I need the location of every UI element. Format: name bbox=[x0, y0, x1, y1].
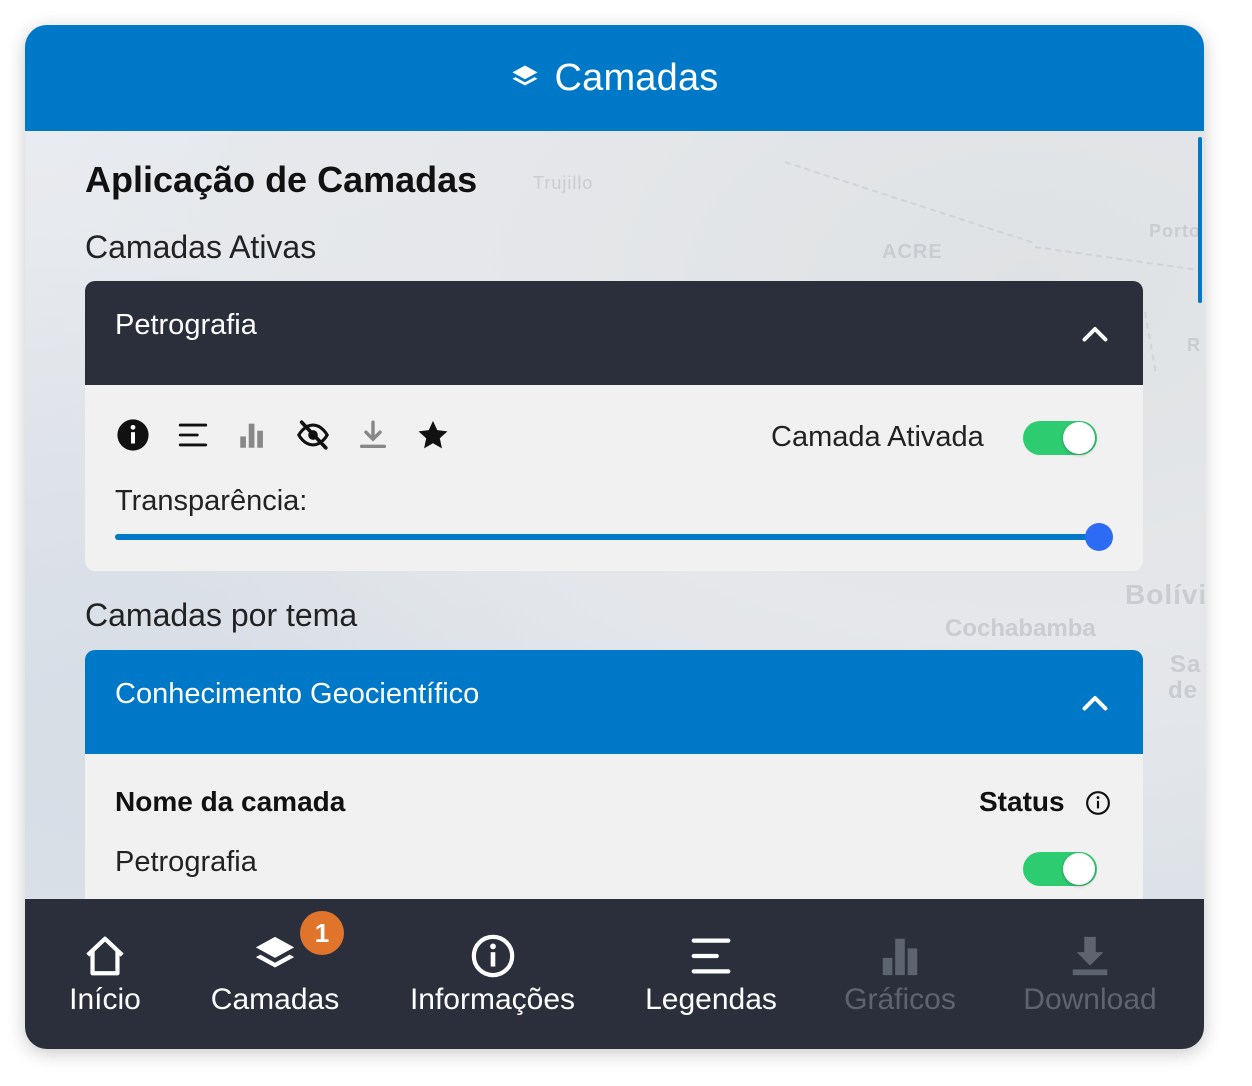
layers-icon bbox=[250, 933, 300, 979]
chevron-up-icon[interactable] bbox=[1077, 686, 1113, 722]
map-label: Bolívi bbox=[1125, 579, 1204, 610]
active-layers-heading: Camadas Ativas bbox=[85, 229, 317, 265]
layer-active-label: Camada Ativada bbox=[771, 421, 984, 453]
info-icon[interactable] bbox=[115, 417, 151, 453]
theme-panel: Nome da camada Status Petrografia bbox=[85, 754, 1143, 900]
layer-tools bbox=[115, 417, 475, 453]
chart-icon[interactable] bbox=[235, 417, 271, 453]
nav-item-charts[interactable]: Gráficos bbox=[835, 899, 965, 1049]
hide-icon[interactable] bbox=[295, 417, 331, 453]
bottom-navigation: Início Camadas 1 Informações Legendas Gr… bbox=[25, 899, 1204, 1049]
nav-item-info[interactable]: Informações bbox=[395, 899, 590, 1049]
toggle-knob bbox=[1063, 853, 1095, 885]
map-label: Porto bbox=[1149, 221, 1201, 241]
nav-label: Informações bbox=[409, 983, 576, 1016]
nav-item-legends[interactable]: Legendas bbox=[635, 899, 787, 1049]
home-icon bbox=[80, 933, 130, 979]
layer-row-toggle[interactable] bbox=[1023, 852, 1097, 886]
scrollbar-thumb[interactable] bbox=[1198, 137, 1202, 303]
nav-item-download[interactable]: Download bbox=[1015, 899, 1165, 1049]
chevron-up-icon[interactable] bbox=[1077, 317, 1113, 353]
page-title: Aplicação de Camadas bbox=[85, 159, 478, 200]
map-label: R bbox=[1187, 335, 1201, 355]
map-label: Sa bbox=[1170, 651, 1202, 678]
transparency-label: Transparência: bbox=[115, 485, 308, 517]
active-layer-name: Petrografia bbox=[115, 309, 257, 341]
panel-title: Camadas bbox=[554, 56, 719, 99]
nav-label: Legendas bbox=[645, 983, 777, 1016]
map-label: ACRE bbox=[882, 241, 943, 263]
map-label: de bbox=[1168, 677, 1199, 704]
status-info-icon[interactable] bbox=[1085, 790, 1111, 816]
favorite-icon[interactable] bbox=[415, 417, 451, 453]
theme-accordion-header[interactable]: Conhecimento Geocientífico bbox=[85, 650, 1143, 754]
theme-name: Conhecimento Geocientífico bbox=[115, 678, 480, 710]
layers-icon bbox=[512, 65, 538, 86]
layers-panel: Camadas Trujillo ACRE Porto R Bolívi Coc… bbox=[25, 25, 1204, 1049]
legend-icon bbox=[686, 933, 736, 979]
map-label: Cochabamba bbox=[945, 615, 1096, 642]
nav-label: Download bbox=[1023, 983, 1157, 1016]
panel-header: Camadas bbox=[25, 25, 1204, 131]
nav-item-home[interactable]: Início bbox=[45, 899, 165, 1049]
map-label: Trujillo bbox=[533, 173, 594, 193]
column-header-status: Status bbox=[979, 786, 1065, 817]
nav-item-layers[interactable]: Camadas 1 bbox=[195, 899, 355, 1049]
transparency-slider-track[interactable] bbox=[115, 534, 1099, 540]
layer-active-toggle[interactable] bbox=[1023, 421, 1097, 455]
download-icon bbox=[1065, 933, 1115, 979]
layer-row-name: Petrografia bbox=[115, 846, 257, 878]
active-layer-panel: Camada Ativada Transparência: bbox=[85, 385, 1143, 571]
nav-label: Início bbox=[69, 983, 141, 1016]
notification-badge: 1 bbox=[300, 911, 344, 955]
nav-label: Gráficos bbox=[844, 983, 956, 1016]
theme-layers-heading: Camadas por tema bbox=[85, 597, 358, 633]
toggle-knob bbox=[1063, 422, 1095, 454]
info-icon bbox=[468, 933, 518, 979]
transparency-slider-thumb[interactable] bbox=[1085, 523, 1113, 551]
active-layer-accordion-header[interactable]: Petrografia bbox=[85, 281, 1143, 385]
chart-icon bbox=[875, 933, 925, 979]
download-icon[interactable] bbox=[355, 417, 391, 453]
nav-label: Camadas bbox=[210, 983, 340, 1016]
legend-icon[interactable] bbox=[175, 417, 211, 453]
column-header-name: Nome da camada bbox=[115, 786, 346, 817]
